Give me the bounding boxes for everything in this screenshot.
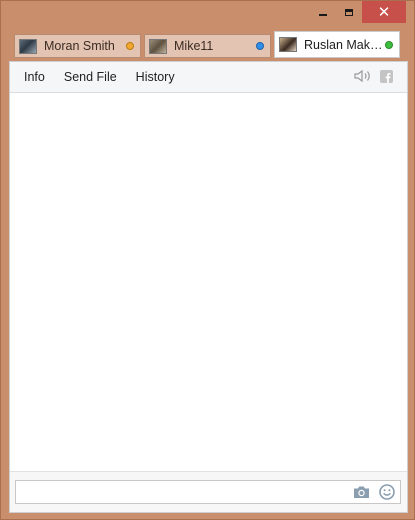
facebook-icon[interactable]	[380, 69, 393, 83]
message-history-area[interactable]	[10, 93, 407, 472]
camera-icon[interactable]	[353, 485, 370, 504]
conversation-tabs: Moran Smith Mike11 Ruslan Mak…	[14, 31, 400, 58]
toolbar-icons	[354, 69, 393, 83]
send-file-link[interactable]: Send File	[64, 70, 117, 84]
user-photo-icon	[149, 38, 167, 54]
tab-ruslan-mak[interactable]: Ruslan Mak…	[274, 31, 400, 58]
status-busy-icon	[256, 42, 264, 50]
close-icon: ✕	[377, 4, 391, 21]
tab-moran-smith[interactable]: Moran Smith	[14, 34, 141, 58]
message-composer	[10, 471, 407, 512]
history-link[interactable]: History	[136, 70, 175, 84]
conversation-toolbar: Info Send File History	[10, 62, 407, 93]
minimize-button[interactable]	[310, 1, 336, 23]
user-photo-icon	[19, 38, 37, 54]
tab-mike11[interactable]: Mike11	[144, 34, 271, 58]
minimize-icon	[319, 14, 327, 16]
close-button[interactable]: ✕	[362, 1, 406, 23]
window-controls: ✕	[310, 1, 406, 23]
tab-label: Mike11	[174, 39, 214, 53]
conversation-panel: Info Send File History	[9, 61, 408, 513]
status-away-icon	[126, 42, 134, 50]
speaker-icon[interactable]	[354, 69, 372, 83]
info-link[interactable]: Info	[24, 70, 45, 84]
maximize-button[interactable]	[336, 1, 362, 23]
smiley-icon[interactable]	[379, 484, 395, 505]
status-online-icon	[385, 40, 393, 49]
tab-label: Moran Smith	[44, 39, 115, 53]
chat-window: ✕ Moran Smith Mike11 Ruslan Mak… Info Se…	[0, 0, 415, 520]
user-photo-icon	[279, 37, 297, 52]
tab-label: Ruslan Mak…	[304, 37, 381, 52]
message-input[interactable]	[15, 480, 401, 504]
maximize-icon	[345, 8, 353, 16]
